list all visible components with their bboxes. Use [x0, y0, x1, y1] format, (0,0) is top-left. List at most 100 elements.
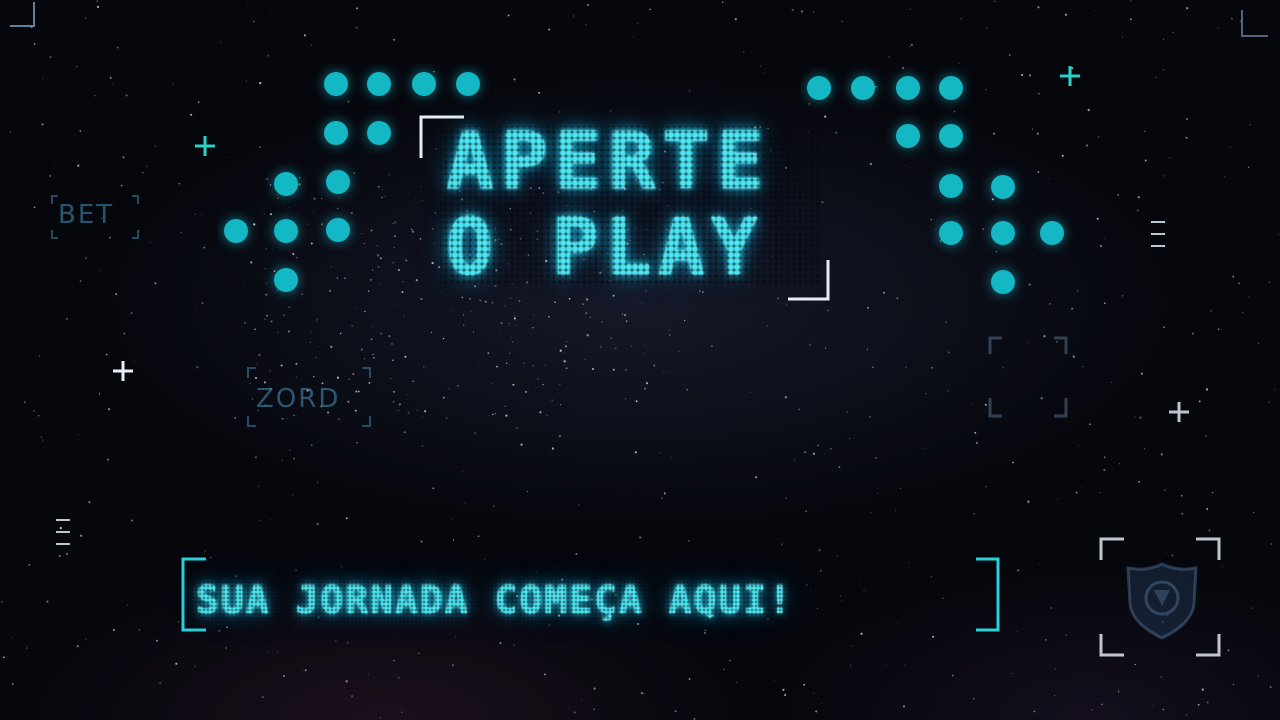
star [417, 362, 419, 364]
star [149, 443, 151, 445]
star [729, 659, 731, 662]
star [258, 353, 261, 357]
star [688, 89, 691, 92]
star [643, 387, 647, 390]
star [710, 344, 713, 348]
star [1229, 146, 1232, 149]
star [492, 413, 494, 416]
star [80, 534, 83, 537]
star [11, 683, 14, 685]
star [1082, 365, 1084, 368]
star [406, 394, 408, 396]
star [54, 166, 55, 168]
star [1096, 217, 1099, 220]
star [255, 456, 257, 459]
star [1091, 709, 1093, 711]
star [452, 539, 455, 541]
star [107, 408, 111, 411]
star [1185, 136, 1188, 139]
star [392, 401, 395, 403]
star [105, 353, 108, 356]
star [84, 17, 87, 19]
star [1162, 69, 1164, 71]
star [159, 681, 162, 685]
star [264, 318, 266, 320]
star [390, 378, 392, 379]
star [165, 485, 167, 487]
star [632, 87, 634, 89]
star [625, 368, 628, 371]
star [539, 411, 542, 414]
star [351, 325, 353, 327]
star [370, 338, 373, 341]
star [506, 362, 508, 364]
star [355, 307, 357, 309]
star [751, 642, 753, 644]
star [817, 444, 819, 447]
star [633, 36, 635, 38]
star [112, 629, 115, 631]
star [1205, 435, 1207, 437]
star [195, 306, 196, 308]
star [392, 359, 394, 361]
star [380, 332, 383, 335]
star [494, 413, 496, 415]
star [1208, 529, 1211, 532]
star [610, 337, 613, 340]
star [13, 490, 15, 492]
star [841, 21, 843, 23]
star [1191, 332, 1194, 335]
star [1198, 400, 1201, 403]
star [1169, 157, 1171, 159]
star [454, 636, 457, 638]
star [723, 668, 725, 670]
star [33, 206, 36, 209]
star [1232, 683, 1234, 686]
star [774, 680, 775, 682]
star [904, 664, 906, 666]
star [115, 293, 118, 295]
star [504, 305, 506, 307]
star [542, 384, 544, 386]
star [872, 366, 874, 369]
star [310, 444, 313, 447]
star [270, 688, 271, 689]
star [743, 51, 745, 53]
star [972, 403, 974, 404]
star [1206, 508, 1209, 510]
star [11, 637, 13, 638]
star [1248, 296, 1250, 298]
star [1118, 690, 1120, 693]
star [984, 485, 987, 488]
star [513, 317, 516, 320]
star [1054, 695, 1056, 697]
star [49, 56, 52, 59]
star [960, 18, 962, 20]
star [177, 621, 179, 623]
star [546, 414, 548, 416]
star [947, 351, 950, 354]
star [548, 28, 551, 31]
star [49, 175, 52, 177]
top-right-corner-bracket [1241, 10, 1268, 37]
star [702, 296, 703, 298]
star [1140, 372, 1143, 375]
star [470, 310, 472, 312]
star [827, 309, 829, 312]
star [309, 341, 311, 343]
star [1072, 355, 1075, 358]
star [512, 383, 515, 386]
star [203, 246, 206, 249]
star [303, 34, 307, 37]
star [33, 410, 35, 412]
star [1070, 307, 1074, 310]
plus-icon [1169, 402, 1189, 422]
star [85, 257, 87, 259]
star [647, 347, 649, 349]
star [1117, 193, 1120, 196]
star [246, 5, 248, 7]
star [42, 439, 44, 441]
star [253, 20, 255, 23]
star [575, 552, 578, 556]
star [1011, 672, 1013, 674]
